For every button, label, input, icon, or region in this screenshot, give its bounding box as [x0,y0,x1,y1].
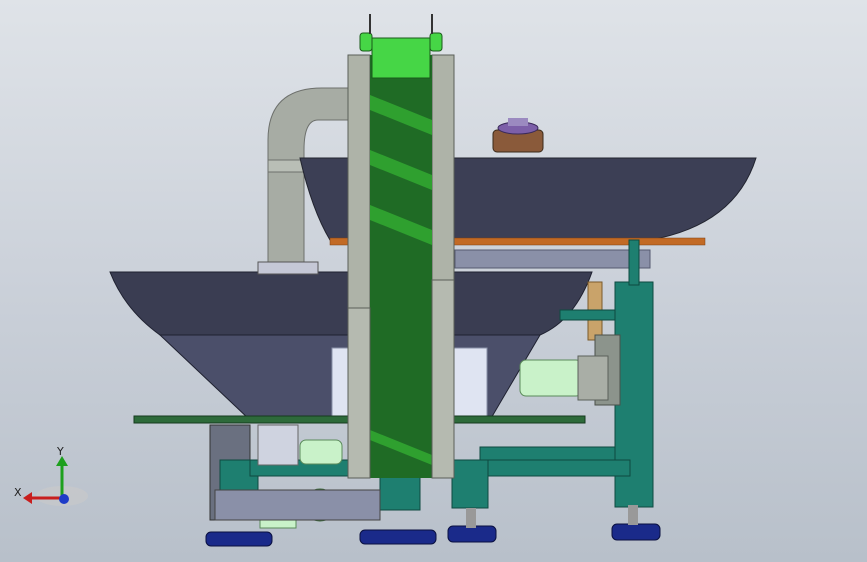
y-axis-label: Y [56,445,64,458]
top-flange-assembly [492,118,544,153]
cad-viewport[interactable]: Y X [0,0,867,562]
x-axis-label: X [14,486,22,499]
cad-model: Y X [14,14,757,547]
vertical-conveyor [347,14,455,479]
axis-triad: Y X [14,445,88,506]
side-motor [519,355,609,401]
